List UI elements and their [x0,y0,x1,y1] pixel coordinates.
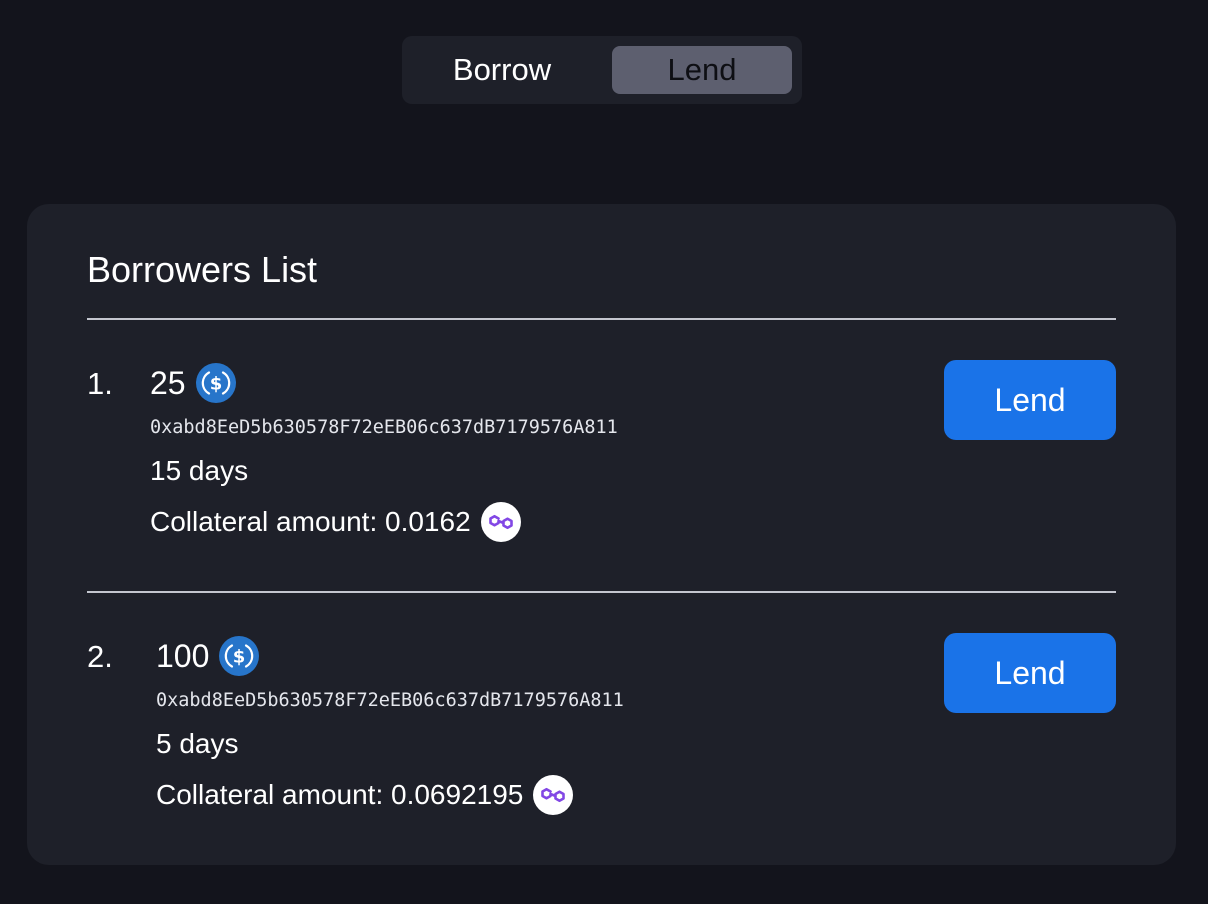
divider [87,591,1116,593]
collateral-amount: Collateral amount: 0.0162 [150,506,471,537]
tab-borrow[interactable]: Borrow [412,46,592,94]
lend-button[interactable]: Lend [944,633,1116,713]
list-item: 100 $ 0xabd8EeD5b630578F72eEB06c637dB717… [156,634,624,816]
tab-lend[interactable]: Lend [612,46,792,94]
lend-button[interactable]: Lend [944,360,1116,440]
divider [87,318,1116,320]
amount-row: 25 $ [150,361,618,405]
collateral-amount: Collateral amount: 0.0692195 [156,779,524,810]
loan-amount: 100 [156,637,210,674]
borrow-lend-toggle: Borrow Lend [402,36,802,104]
list-item-index: 2. [87,639,113,674]
collateral-row: Collateral amount: 0.0162 [150,501,618,543]
loan-duration: 5 days [156,728,239,759]
collateral-row: Collateral amount: 0.0692195 [156,774,624,816]
svg-text:$: $ [233,647,246,668]
borrower-address: 0xabd8EeD5b630578F72eEB06c637dB7179576A8… [150,417,618,438]
usdc-icon: $ [195,363,236,403]
usdc-icon: $ [219,636,260,676]
matic-icon [533,775,574,815]
card-title: Borrowers List [87,249,318,290]
borrowers-card: Borrowers List 1. 25 $ 0xabd8EeD5b630578… [27,204,1176,865]
svg-text:$: $ [209,374,222,395]
amount-row: 100 $ [156,634,624,678]
loan-duration: 15 days [150,455,249,486]
list-item-index: 1. [87,366,113,401]
list-item: 25 $ 0xabd8EeD5b630578F72eEB06c637dB7179… [150,361,618,543]
borrower-address: 0xabd8EeD5b630578F72eEB06c637dB7179576A8… [156,690,624,711]
matic-icon [480,502,521,542]
loan-amount: 25 [150,364,186,401]
